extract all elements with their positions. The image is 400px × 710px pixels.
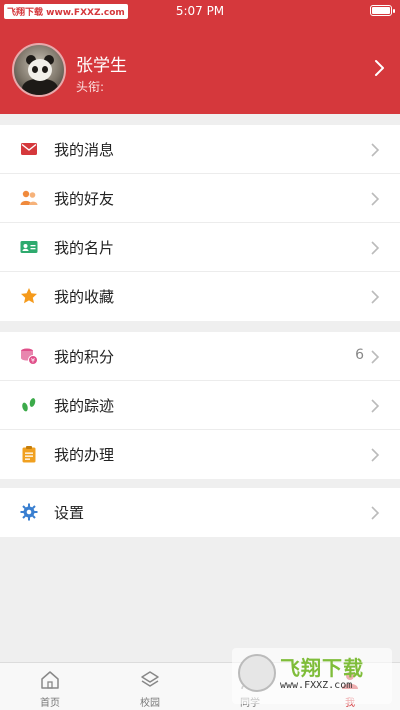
layers-icon [141, 671, 159, 687]
chevron-right-icon [371, 399, 380, 413]
menu-item-messages[interactable]: 我的消息 [0, 125, 400, 174]
mail-icon [21, 143, 37, 155]
menu-item-friends[interactable]: 我的好友 [0, 174, 400, 223]
watermark-overlay: 飞翔下载 www.FXXZ.com [232, 648, 392, 704]
menu-item-label: 我的收藏 [54, 288, 115, 306]
avatar[interactable] [12, 43, 66, 97]
chevron-right-icon [371, 241, 380, 255]
menu-item-label: 我的好友 [54, 190, 115, 208]
business-card-icon [20, 241, 38, 253]
chevron-right-icon [371, 448, 380, 462]
battery-icon [370, 5, 395, 16]
menu-item-label: 我的办理 [54, 446, 115, 464]
chevron-right-icon [371, 192, 380, 206]
menu-group-3: 设置 [0, 488, 400, 537]
menu-group-2: ¥ 我的积分 6 我的踪迹 我的办理 [0, 332, 400, 479]
menu-item-handling[interactable]: 我的办理 [0, 430, 400, 479]
menu-item-label: 我的消息 [54, 141, 115, 159]
home-icon [41, 671, 59, 689]
gear-icon [20, 503, 38, 521]
status-time: 5:07 PM [175, 4, 225, 18]
tab-label: 首页 [40, 698, 60, 709]
svg-text:¥: ¥ [31, 357, 35, 365]
menu-item-label: 设置 [54, 504, 85, 522]
tab-label: 校园 [140, 698, 160, 709]
watermark-logo-icon [238, 654, 276, 692]
chevron-right-icon [371, 350, 380, 364]
watermark-title: 飞翔下载 [280, 656, 364, 680]
menu-item-business-card[interactable]: 我的名片 [0, 223, 400, 272]
status-bar: 飞翔下载 www.FXXZ.com 5:07 PM [0, 0, 400, 22]
tab-home[interactable]: 首页 [0, 663, 100, 710]
clipboard-icon [22, 446, 36, 463]
profile-title-label: 头衔: [76, 80, 105, 94]
menu-item-points[interactable]: ¥ 我的积分 6 [0, 332, 400, 381]
profile-header[interactable]: 张学生 头衔: [0, 22, 400, 114]
menu-item-label: 我的积分 [54, 348, 115, 366]
chevron-right-icon [371, 506, 380, 520]
footprints-icon [22, 398, 36, 412]
chevron-right-icon [371, 290, 380, 304]
menu-item-label: 我的名片 [54, 239, 115, 257]
points-icon: ¥ [21, 348, 38, 365]
menu-item-footprints[interactable]: 我的踪迹 [0, 381, 400, 430]
chevron-right-icon [371, 143, 380, 157]
tab-campus[interactable]: 校园 [100, 663, 200, 710]
profile-name: 张学生 [76, 56, 127, 76]
chevron-right-icon[interactable] [370, 58, 388, 78]
menu-item-label: 我的踪迹 [54, 397, 115, 415]
points-count: 6 [355, 347, 364, 363]
watermark-url: www.FXXZ.com [280, 680, 353, 691]
friends-icon [20, 190, 38, 205]
star-icon [21, 288, 37, 304]
menu-item-favorites[interactable]: 我的收藏 [0, 272, 400, 321]
menu-item-settings[interactable]: 设置 [0, 488, 400, 537]
menu-group-1: 我的消息 我的好友 我的名片 我的收藏 [0, 125, 400, 321]
